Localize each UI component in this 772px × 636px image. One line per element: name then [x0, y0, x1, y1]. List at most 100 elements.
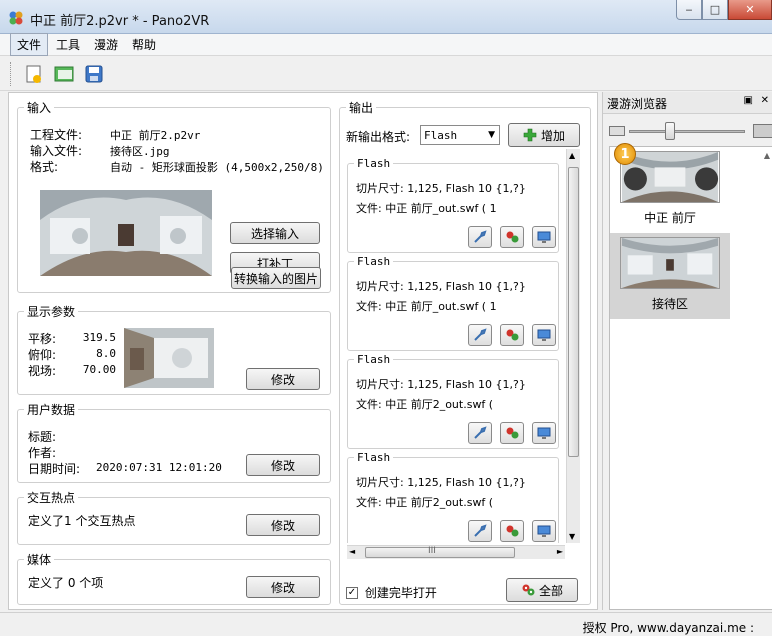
media-group: 媒体 定义了 0 个项 修改 — [17, 551, 331, 605]
new-project-icon[interactable] — [22, 62, 46, 86]
open-after-create-label: 创建完毕打开 — [364, 586, 437, 600]
project-file-label: 工程文件: — [30, 128, 83, 142]
save-icon[interactable] — [82, 62, 106, 86]
output-item-tile-size: 切片尺寸: 1,125, Flash 10 {1,?} — [356, 378, 526, 391]
menu-file[interactable]: 文件 — [10, 33, 49, 56]
scroll-down-icon[interactable]: ▼ — [569, 532, 575, 541]
userdata-modify-button[interactable]: 修改 — [246, 454, 320, 476]
display-modify-button[interactable]: 修改 — [246, 368, 320, 390]
open-after-create-checkbox[interactable]: ✓ 创建完毕打开 — [346, 584, 437, 601]
wrench-icon[interactable] — [468, 520, 492, 542]
format-label: 格式: — [30, 160, 59, 174]
hotspots-group: 交互热点 定义了1 个交互热点 修改 — [17, 489, 331, 545]
media-modify-button[interactable]: 修改 — [246, 576, 320, 598]
gears-icon[interactable] — [500, 520, 524, 542]
tour-node-label: 中正 前厅 — [644, 211, 696, 225]
fov-value: 70.00 — [82, 363, 116, 376]
gears-icon[interactable] — [500, 422, 524, 444]
close-button[interactable]: ✕ — [728, 0, 772, 20]
panorama-preview-image — [40, 190, 212, 276]
toolbar-grip[interactable] — [10, 61, 14, 86]
output-item-file: 文件: 中正 前厅_out.swf ( 1 — [356, 300, 497, 313]
maximize-button[interactable]: □ — [702, 0, 728, 20]
output-legend: 输出 — [346, 99, 377, 116]
user-data-group: 用户数据 标题: 作者: 日期时间: 2020:07:31 12:01:20 修… — [17, 401, 331, 483]
chevron-down-icon: ▼ — [488, 130, 495, 140]
tour-browser-title: 漫游浏览器 — [607, 97, 668, 111]
convert-input-image-button[interactable]: 转换输入的图片 — [231, 267, 321, 289]
float-window-icon[interactable]: ▣ — [744, 95, 753, 106]
tour-node-list: 1 中正 前厅 接待区 ▲ — [609, 143, 772, 610]
large-thumbnail-icon[interactable] — [753, 124, 772, 138]
status-bar: 授权 Pro, www.dayanzai.me : — [0, 612, 772, 636]
media-text: 定义了 0 个项 — [28, 576, 104, 590]
menu-tools[interactable]: 工具 — [50, 34, 86, 55]
menu-help[interactable]: 帮助 — [126, 34, 162, 55]
tilt-value: 8.0 — [96, 347, 116, 360]
output-item-file: 文件: 中正 前厅_out.swf ( 1 — [356, 202, 497, 215]
scroll-up-icon[interactable]: ▲ — [569, 151, 575, 160]
add-output-button[interactable]: 增加 — [508, 123, 580, 147]
output-horizontal-scroll-thumb[interactable]: III — [365, 546, 515, 558]
wrench-icon[interactable] — [468, 324, 492, 346]
output-item[interactable]: Flash 切片尺寸: 1,125, Flash 10 {1,?} 文件: 中正… — [347, 353, 559, 449]
output-list: Flash 切片尺寸: 1,125, Flash 10 {1,?} 文件: 中正… — [347, 149, 569, 543]
title-bar: 中正 前厅2.p2vr * - Pano2VR ‒ □ ✕ — [0, 0, 772, 34]
datetime-label: 日期时间: — [28, 462, 81, 476]
output-format-selected: Flash — [424, 128, 458, 142]
tour-browser-header: 漫游浏览器 ▣ ✕ — [603, 92, 772, 114]
gears-icon[interactable] — [500, 324, 524, 346]
wrench-icon[interactable] — [468, 226, 492, 248]
media-legend: 媒体 — [24, 551, 55, 568]
preview-monitor-icon[interactable] — [532, 520, 556, 542]
select-input-button[interactable]: 选择输入 — [230, 222, 320, 244]
display-legend: 显示参数 — [24, 303, 79, 320]
output-item-title: Flash — [354, 255, 394, 268]
tour-node-item[interactable]: 1 中正 前厅 — [610, 143, 730, 233]
hotspots-modify-button[interactable]: 修改 — [246, 514, 320, 536]
project-file-value: 中正 前厅2.p2vr — [110, 129, 201, 142]
gears-icon[interactable] — [500, 226, 524, 248]
display-params-group: 显示参数 平移: 319.5 俯仰: 8.0 视场: 70.00 修改 — [17, 303, 331, 395]
output-item-file: 文件: 中正 前厅2_out.swf ( — [356, 398, 494, 411]
add-output-label: 增加 — [540, 128, 565, 143]
output-item[interactable]: Flash 切片尺寸: 1,125, Flash 10 {1,?} 文件: 中正… — [347, 255, 559, 351]
output-item-tile-size: 切片尺寸: 1,125, Flash 10 {1,?} — [356, 182, 526, 195]
build-all-label: 全部 — [538, 583, 563, 598]
tour-browser-panel: 漫游浏览器 ▣ ✕ 1 中正 前厅 接待区 ▲ — [602, 92, 772, 610]
thumbnail-size-slider-handle[interactable] — [665, 122, 675, 140]
input-group: 输入 工程文件: 中正 前厅2.p2vr 输入文件: 接待区.jpg 格式: 自… — [17, 99, 331, 293]
tour-node-thumbnail — [620, 237, 720, 289]
output-vertical-scrollbar[interactable]: ▲ ▼ — [566, 149, 580, 543]
format-value: 自动 - 矩形球面投影 (4,500x2,250/8) — [110, 161, 324, 174]
title-label: 标题: — [28, 430, 57, 444]
scroll-right-icon[interactable]: ► — [557, 547, 563, 556]
tour-node-item-selected[interactable]: 接待区 — [610, 233, 730, 319]
scroll-up-icon[interactable]: ▲ — [764, 151, 770, 160]
wrench-icon[interactable] — [468, 422, 492, 444]
tour-node-label: 接待区 — [651, 297, 688, 311]
open-project-icon[interactable] — [52, 62, 76, 86]
input-file-label: 输入文件: — [30, 144, 83, 158]
output-item-file: 文件: 中正 前厅2_out.swf ( — [356, 496, 494, 509]
output-item-tile-size: 切片尺寸: 1,125, Flash 10 {1,?} — [356, 476, 526, 489]
thumbnail-size-slider[interactable] — [629, 130, 745, 133]
output-item[interactable]: Flash 切片尺寸: 1,125, Flash 10 {1,?} 文件: 中正… — [347, 451, 559, 543]
preview-monitor-icon[interactable] — [532, 324, 556, 346]
output-item[interactable]: Flash 切片尺寸: 1,125, Flash 10 {1,?} 文件: 中正… — [347, 157, 559, 253]
build-all-button[interactable]: 全部 — [506, 578, 578, 602]
minimize-button[interactable]: ‒ — [676, 0, 702, 20]
output-horizontal-scrollbar[interactable]: ◄ III ► — [347, 545, 565, 559]
preview-monitor-icon[interactable] — [532, 226, 556, 248]
preview-monitor-icon[interactable] — [532, 422, 556, 444]
menu-tour[interactable]: 漫游 — [88, 34, 124, 55]
output-format-select[interactable]: Flash ▼ — [420, 125, 500, 145]
pan-value: 319.5 — [82, 331, 116, 344]
scroll-left-icon[interactable]: ◄ — [349, 547, 355, 556]
close-panel-icon[interactable]: ✕ — [761, 95, 769, 106]
output-vertical-scroll-thumb[interactable] — [568, 167, 579, 457]
small-thumbnail-icon[interactable] — [609, 126, 625, 136]
toolbar — [0, 57, 772, 91]
datetime-value: 2020:07:31 12:01:20 — [96, 461, 222, 474]
author-label: 作者: — [28, 446, 57, 460]
